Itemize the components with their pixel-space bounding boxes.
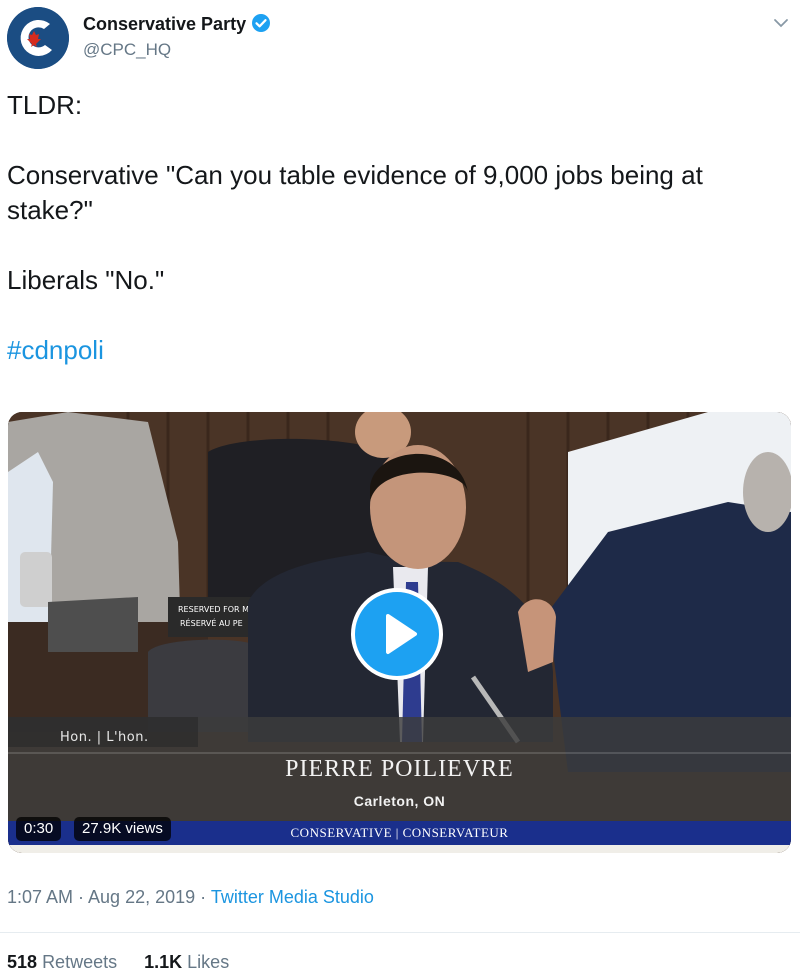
retweets-label: Retweets [42,952,118,972]
tweet-source-link[interactable]: Twitter Media Studio [211,887,374,907]
likes-label: Likes [187,952,230,972]
lower-third-honorific: Hon. | L'hon. [60,730,149,745]
tweet-text-line: Conservative "Can you table evidence of … [7,160,703,225]
tweet-text-line: Liberals "No." [7,265,165,295]
likes-count: 1.1K [144,952,183,972]
play-button[interactable] [351,588,443,680]
speaker-riding: Carleton, ON [353,793,446,809]
retweets-count: 518 [7,952,38,972]
author-name-text[interactable]: Conservative Party [83,14,246,34]
chevron-down-icon[interactable] [772,14,790,32]
video-player[interactable]: RESERVED FOR MEM RÉSERVÉ AU PE Hon. | L'… [8,412,791,853]
likes-stat[interactable]: 1.1K Likes [144,952,229,972]
author-name[interactable]: Conservative Party [83,13,271,38]
verified-badge-icon [251,13,271,38]
tweet-header: Conservative Party @CPC_HQ [0,0,800,80]
divider [0,932,800,933]
tweet-body: TLDR: Conservative "Can you table eviden… [7,88,787,403]
speaker-name: PIERRE POILIEVRE [285,756,514,782]
author-handle[interactable]: @CPC_HQ [83,40,171,60]
reserved-placard-text: RÉSERVÉ AU PE [180,617,243,628]
hashtag-link[interactable]: #cdnpoli [7,335,104,365]
tweet-stats: 518 Retweets 1.1K Likes [7,952,251,973]
conservative-party-logo[interactable] [7,7,69,69]
video-duration: 0:30 [16,817,62,841]
video-views: 27.9K views [74,817,171,841]
tweet-text-line: TLDR: [7,90,83,120]
tweet-meta: 1:07 AM · Aug 22, 2019 · Twitter Media S… [7,887,374,908]
retweets-stat[interactable]: 518 Retweets [7,952,117,972]
play-icon [386,614,417,654]
tweet-timestamp[interactable]: 1:07 AM · Aug 22, 2019 · [7,887,211,907]
